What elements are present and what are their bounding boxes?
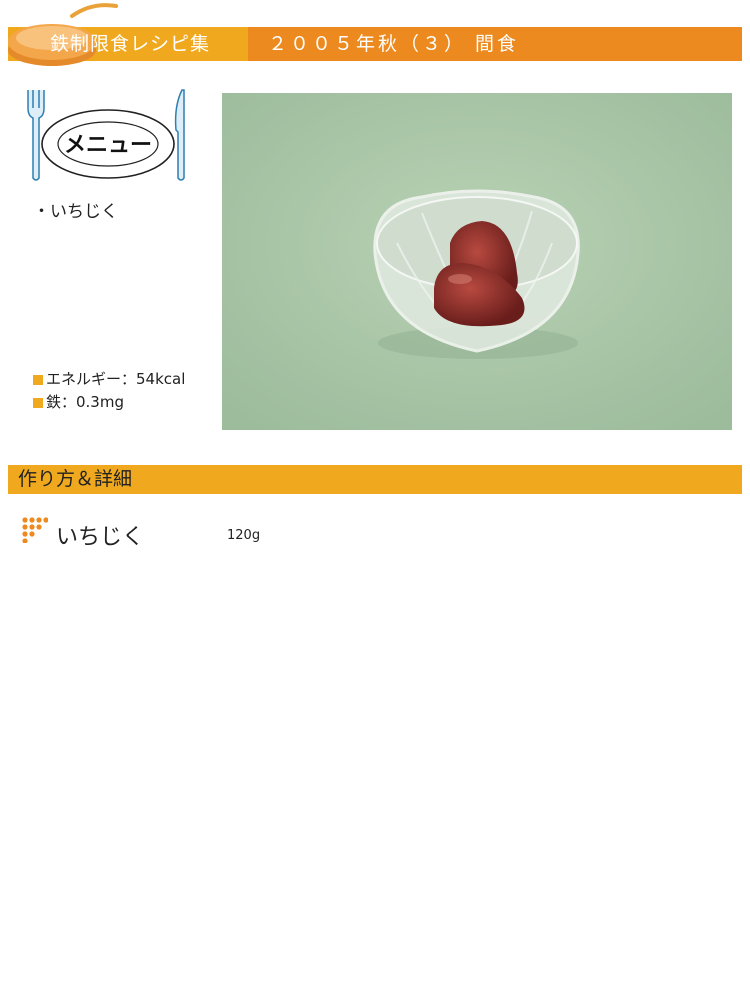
header-title: 鉄制限食レシピ集 [50, 33, 211, 55]
ingredient-name: いちじく [56, 525, 145, 550]
section-title: 作り方＆詳細 [18, 468, 133, 490]
nutrition-info: エネルギー：54kcal 鉄：0.3mg [33, 368, 185, 414]
nutrition-iron-row: 鉄：0.3mg [33, 391, 185, 414]
food-photo [222, 93, 732, 430]
ingredient-amount: 120g [227, 528, 261, 543]
nutrition-energy: エネルギー：54kcal [46, 370, 186, 388]
fork-icon [27, 90, 45, 181]
nutrition-iron: 鉄：0.3mg [46, 393, 124, 411]
menu-item: ・いちじく [33, 202, 118, 222]
nutrition-energy-row: エネルギー：54kcal [33, 368, 185, 391]
bullet-square-icon [33, 397, 43, 408]
menu-plate-illustration: メニュー [27, 89, 185, 181]
knife-icon [174, 89, 185, 181]
dots-bullet-icon [22, 517, 48, 543]
header-subtitle: ２００５年秋（３） 間食 [268, 33, 520, 55]
menu-label: メニュー [64, 132, 152, 157]
bullet-square-icon [33, 374, 43, 385]
